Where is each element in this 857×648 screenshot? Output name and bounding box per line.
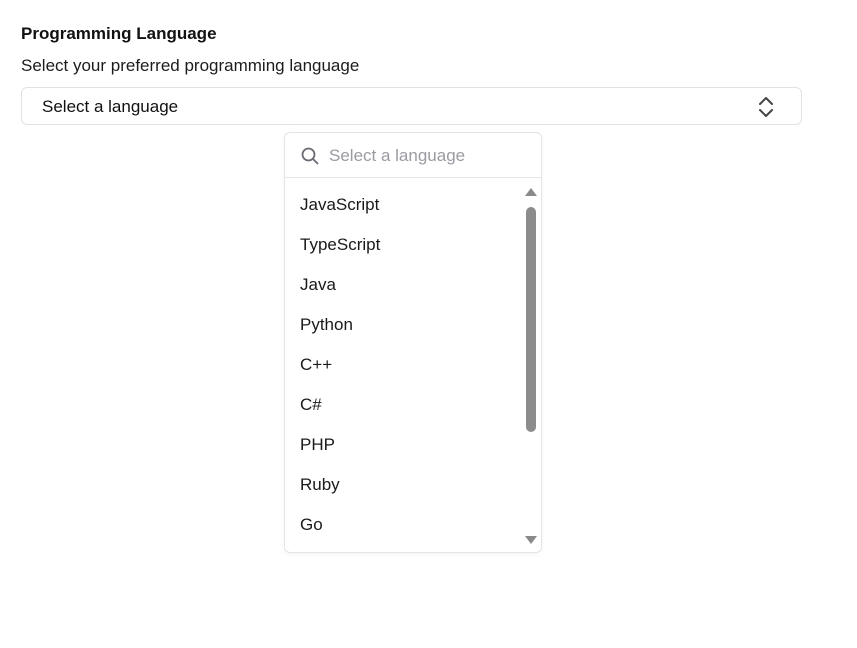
option-list: JavaScript TypeScript Java Python C++ C# PHP Ru…: [285, 185, 523, 545]
language-select-form: Programming Language Select your preferr…: [0, 0, 857, 648]
search-input[interactable]: [329, 143, 529, 169]
option-item[interactable]: PHP: [285, 425, 523, 465]
select-value: Select a language: [42, 97, 179, 116]
dropdown-scrollbar[interactable]: [523, 184, 541, 548]
option-item[interactable]: C#: [285, 385, 523, 425]
option-item[interactable]: Go: [285, 505, 523, 545]
option-item[interactable]: Python: [285, 305, 523, 345]
option-item[interactable]: Ruby: [285, 465, 523, 505]
option-item[interactable]: Java: [285, 265, 523, 305]
option-item[interactable]: JavaScript: [285, 185, 523, 225]
scrollbar-thumb[interactable]: [526, 207, 536, 432]
language-select-trigger[interactable]: Select a language: [21, 87, 802, 125]
search-icon: [301, 147, 319, 165]
scroll-down-arrow-icon[interactable]: [525, 536, 537, 544]
option-item[interactable]: TypeScript: [285, 225, 523, 265]
language-dropdown: JavaScriptTypeScriptJavaPythonC++C#PHPRu…: [284, 132, 542, 553]
field-description: Select your preferred programming langua…: [21, 56, 360, 75]
field-label: Programming Language: [21, 24, 217, 43]
dropdown-search: [285, 133, 541, 178]
option-item[interactable]: C++: [285, 345, 523, 385]
scroll-up-arrow-icon[interactable]: [525, 188, 537, 196]
chevrons-up-down-icon: [759, 97, 773, 117]
